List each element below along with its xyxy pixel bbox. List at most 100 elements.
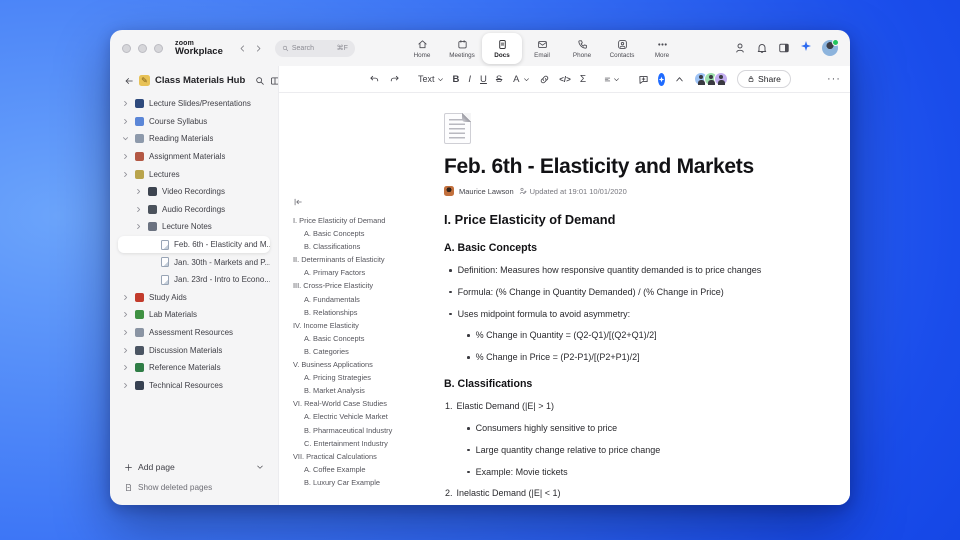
nav-contacts[interactable]: Contacts <box>602 33 642 64</box>
nav-email[interactable]: Email <box>522 33 562 64</box>
outline-item[interactable]: B. Pharmaceutical Industry <box>293 424 411 437</box>
sidebar-page-item[interactable]: Feb. 6th - Elasticity and M... <box>118 235 270 254</box>
chevron-right-icon[interactable] <box>122 311 130 319</box>
sidebar-folder-item[interactable]: Assignment Materials <box>118 148 270 166</box>
outline-item[interactable]: A. Pricing Strategies <box>293 371 411 384</box>
chevron-right-icon[interactable] <box>122 117 130 125</box>
outline-item[interactable]: A. Coffee Example <box>293 463 411 476</box>
collaborator-avatars[interactable] <box>694 72 729 86</box>
forward-button[interactable] <box>251 40 267 56</box>
outline-item[interactable]: II. Determinants of Elasticity <box>293 253 411 266</box>
sidebar-folder-item[interactable]: Discussion Materials <box>118 341 270 359</box>
user-avatar[interactable] <box>822 39 839 56</box>
equation-button[interactable]: Σ <box>580 74 586 85</box>
sidebar-page-item[interactable]: Jan. 23rd - Intro to Econo... <box>118 271 270 289</box>
outline-item[interactable]: VII. Practical Calculations <box>293 450 411 463</box>
chevron-right-icon[interactable] <box>122 329 130 337</box>
chevron-down-icon[interactable] <box>256 463 264 471</box>
sidebar-folder-item[interactable]: Study Aids <box>118 289 270 307</box>
document[interactable]: Feb. 6th - Elasticity and Markets Mauric… <box>444 93 816 505</box>
close-window-button[interactable] <box>122 43 131 53</box>
outline-item[interactable]: I. Price Elasticity of Demand <box>293 214 411 227</box>
sidebar-folder-item[interactable]: Lecture Slides/Presentations <box>118 95 270 113</box>
add-comment-button[interactable] <box>638 74 649 85</box>
notifications-button[interactable] <box>756 42 768 54</box>
chevron-right-icon[interactable] <box>122 170 130 178</box>
chevron-right-icon[interactable] <box>122 100 130 108</box>
outline-item[interactable]: B. Market Analysis <box>293 384 411 397</box>
chevron-right-icon[interactable] <box>122 346 130 354</box>
document-title[interactable]: Feb. 6th - Elasticity and Markets <box>444 155 816 179</box>
outline-item[interactable]: A. Basic Concepts <box>293 332 411 345</box>
chevron-right-icon[interactable] <box>122 293 130 301</box>
undo-button[interactable] <box>369 74 380 85</box>
sidebar-search-button[interactable] <box>255 76 265 86</box>
sidebar-folder-item[interactable]: Reading Materials <box>118 130 270 148</box>
sidebar-folder-item[interactable]: Audio Recordings <box>118 201 270 219</box>
back-arrow-button[interactable] <box>124 76 134 86</box>
nav-phone[interactable]: Phone <box>562 33 602 64</box>
redo-button[interactable] <box>389 74 400 85</box>
outline-item[interactable]: VI. Real-World Case Studies <box>293 397 411 410</box>
side-panel-button[interactable] <box>778 42 790 54</box>
text-color-dropdown[interactable]: A <box>511 74 530 85</box>
chevron-right-icon[interactable] <box>135 188 143 196</box>
chevron-right-icon[interactable] <box>135 205 143 213</box>
list-format-dropdown[interactable] <box>604 76 620 83</box>
sidebar-page-item[interactable]: Jan. 30th - Markets and P... <box>118 253 270 271</box>
collapse-outline-button[interactable] <box>293 197 305 209</box>
back-button[interactable] <box>235 40 251 56</box>
outline-item[interactable]: V. Business Applications <box>293 358 411 371</box>
outline-item[interactable]: B. Relationships <box>293 306 411 319</box>
collaborator-avatar[interactable] <box>714 72 729 86</box>
nav-more[interactable]: More <box>642 33 682 64</box>
outline-item[interactable]: B. Classifications <box>293 240 411 253</box>
strikethrough-button[interactable]: S <box>496 74 502 85</box>
outline-item[interactable]: A. Fundamentals <box>293 293 411 306</box>
sidebar-folder-item[interactable]: Technical Resources <box>118 377 270 395</box>
more-options-button[interactable]: ··· <box>827 73 841 85</box>
share-button[interactable]: Share <box>737 70 791 88</box>
sidebar-folder-item[interactable]: Lectures <box>118 165 270 183</box>
sidebar-folder-item[interactable]: Lecture Notes <box>118 218 270 236</box>
nav-meetings[interactable]: Meetings <box>442 33 482 64</box>
outline-item[interactable]: B. Categories <box>293 345 411 358</box>
chevron-right-icon[interactable] <box>122 364 130 372</box>
sidebar-folder-item[interactable]: Assessment Resources <box>118 324 270 342</box>
zoom-window-button[interactable] <box>154 43 163 53</box>
minimize-window-button[interactable] <box>138 43 147 53</box>
ai-companion-doc-button[interactable] <box>658 72 666 86</box>
bold-button[interactable]: B <box>453 74 460 85</box>
outline-item[interactable]: III. Cross-Price Elasticity <box>293 279 411 292</box>
sidebar-folder-item[interactable]: Reference Materials <box>118 359 270 377</box>
profile-button[interactable] <box>734 42 746 54</box>
outline-item[interactable]: A. Basic Concepts <box>293 227 411 240</box>
outline-item[interactable]: A. Electric Vehicle Market <box>293 410 411 423</box>
chevron-right-icon[interactable] <box>122 153 130 161</box>
chevron-right-icon[interactable] <box>135 223 143 231</box>
outline-item[interactable]: IV. Income Elasticity <box>293 319 411 332</box>
outline-item[interactable]: A. Primary Factors <box>293 266 411 279</box>
collapse-toolbar-button[interactable] <box>674 74 685 85</box>
outline-item[interactable]: B. Luxury Car Example <box>293 476 411 489</box>
sidebar-folder-item[interactable]: Course Syllabus <box>118 113 270 131</box>
search-input[interactable]: Search ⌘F <box>274 39 355 57</box>
panel-icon <box>779 43 789 53</box>
outline-item[interactable]: C. Entertainment Industry <box>293 437 411 450</box>
text-style-dropdown[interactable]: Text <box>418 74 444 84</box>
chevron-right-icon[interactable] <box>122 381 130 389</box>
show-deleted-pages-button[interactable]: Show deleted pages <box>124 479 264 495</box>
document-body[interactable]: I. Price Elasticity of Demand A. Basic Co… <box>444 212 816 500</box>
nav-docs[interactable]: Docs <box>482 33 522 64</box>
underline-button[interactable]: U <box>480 74 487 85</box>
nav-home[interactable]: Home <box>402 33 442 64</box>
sidebar-folder-item[interactable]: Video Recordings <box>118 183 270 201</box>
italic-button[interactable]: I <box>468 74 471 85</box>
ai-companion-button[interactable] <box>800 39 812 57</box>
sidebar-item-label: Jan. 23rd - Intro to Econo... <box>174 275 270 285</box>
code-button[interactable]: </> <box>559 75 571 84</box>
insert-link-button[interactable] <box>539 74 550 85</box>
chevron-down-icon[interactable] <box>122 135 130 143</box>
add-page-button[interactable]: Add page <box>124 459 264 475</box>
sidebar-folder-item[interactable]: Lab Materials <box>118 306 270 324</box>
